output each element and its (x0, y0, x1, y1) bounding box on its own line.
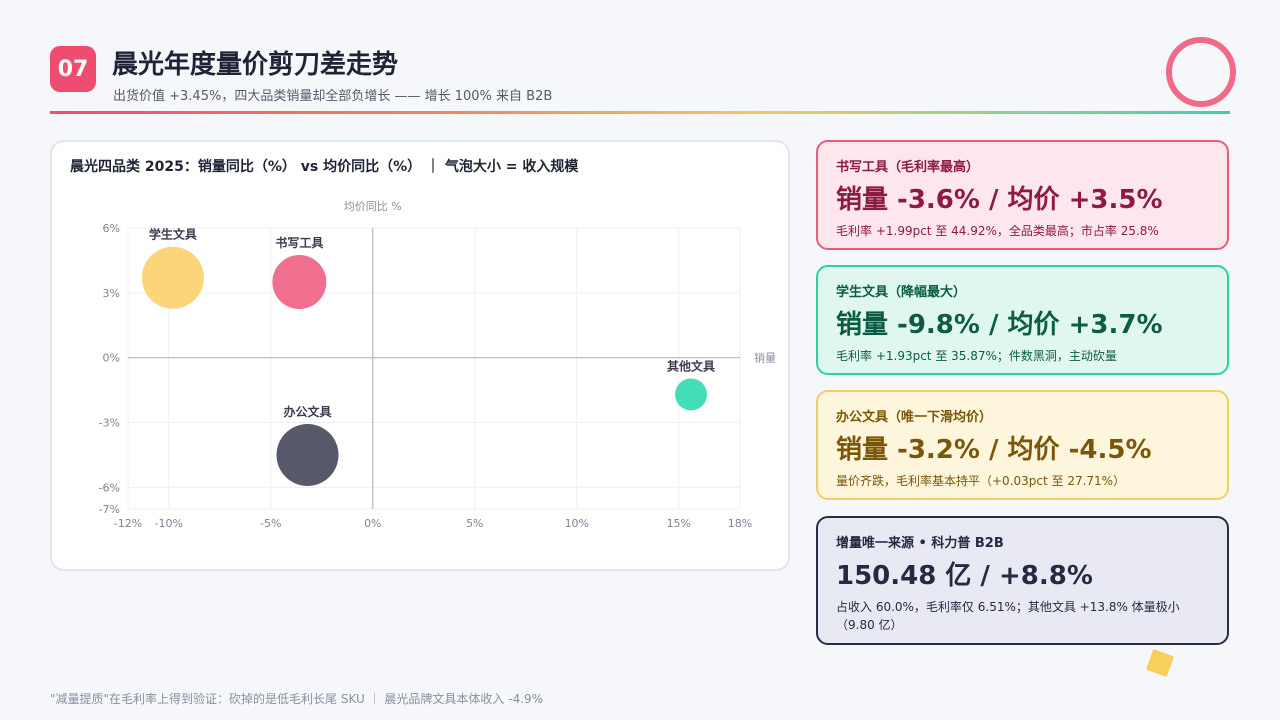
card-writing-tools-desc: 毛利率 +1.99pct 至 44.92%，全品类最高；市占率 25.8% (836, 224, 1159, 238)
x-axis-title: 销量 (754, 351, 776, 365)
decorative-diamond (1145, 648, 1175, 678)
card-writing-tools-value: 销量 -3.6% / 均价 +3.5% (836, 185, 1163, 215)
card-b2b-source-value: 150.48 亿 / +8.8% (836, 561, 1093, 591)
footer-note: "减量提质"在毛利率上得到验证：砍掉的是低毛利长尾 SKU ｜ 晨光品牌文具本体… (50, 692, 544, 706)
card-office-supplies-value: 销量 -3.2% / 均价 -4.5% (836, 435, 1152, 465)
card-b2b-source: 增量唯一来源 • 科力普 B2B 150.48 亿 / +8.8% 占收入 60… (816, 516, 1229, 645)
bubble-0 (141, 246, 204, 309)
card-student-stationery-label: 学生文具（降幅最大） (836, 285, 967, 300)
card-writing-tools: 书写工具（毛利率最高） 销量 -3.6% / 均价 +3.5% 毛利率 +1.9… (816, 140, 1229, 250)
x-tick-label: -12% (114, 517, 142, 530)
x-tick-label: 18% (728, 517, 752, 530)
card-office-supplies: 办公文具（唯一下滑均价） 销量 -3.2% / 均价 -4.5% 量价齐跌，毛利… (816, 390, 1229, 500)
card-b2b-source-label: 增量唯一来源 • 科力普 B2B (836, 536, 1004, 551)
bubble-2 (276, 423, 339, 486)
bubble-label: 学生文具 (149, 227, 197, 242)
header-divider (50, 111, 1230, 114)
chart-card: 晨光四品类 2025：销量同比（%） vs 均价同比（%） ｜ 气泡大小 = 收… (50, 140, 790, 571)
y-axis-title: 均价同比 % (344, 200, 402, 213)
card-office-supplies-desc: 量价齐跌，毛利率基本持平（+0.03pct 至 27.71%） (836, 474, 1126, 488)
y-tick-label: -6% (99, 481, 120, 494)
x-tick-label: 15% (667, 517, 691, 530)
card-student-stationery: 学生文具（降幅最大） 销量 -9.8% / 均价 +3.7% 毛利率 +1.93… (816, 265, 1229, 375)
x-tick-label: 5% (466, 517, 483, 530)
y-tick-label: 0% (103, 352, 120, 365)
page-subtitle: 出货价值 +3.45%，四大品类销量却全部负增长 —— 增长 100% 来自 B… (113, 89, 553, 104)
x-tick-label: 0% (364, 517, 381, 530)
decorative-ring (1166, 37, 1236, 107)
y-tick-label: -7% (99, 503, 120, 516)
x-tick-label: -10% (155, 517, 183, 530)
x-tick-label: -5% (260, 517, 281, 530)
card-student-stationery-desc: 毛利率 +1.93pct 至 35.87%；件数黑洞，主动砍量 (836, 349, 1117, 363)
card-office-supplies-label: 办公文具（唯一下滑均价） (836, 410, 993, 425)
bubble-chart: -12% -10% -5% 0% 5% 10% 15% 18% -7% -6% -3% 0% 3% 6% 均… (99, 200, 776, 530)
x-tick-label: 10% (565, 517, 589, 530)
bubble-label: 书写工具 (275, 235, 323, 250)
y-tick-label: 6% (103, 222, 120, 235)
y-tick-label: 3% (103, 287, 120, 300)
card-writing-tools-label: 书写工具（毛利率最高） (836, 160, 980, 175)
card-b2b-source-desc: 占收入 60.0%，毛利率仅 6.51%；其他文具 +13.8% 体量极小（9.… (836, 600, 1180, 632)
card-student-stationery-value: 销量 -9.8% / 均价 +3.7% (836, 310, 1163, 340)
y-tick-label: -3% (99, 417, 120, 430)
bubble-label: 办公文具 (284, 404, 332, 419)
section-number-badge: 07 (50, 46, 96, 92)
bubble-1 (272, 255, 327, 310)
bubble-3 (675, 378, 708, 411)
page-title: 晨光年度量价剪刀差走势 (112, 50, 399, 80)
bubble-label: 其他文具 (667, 358, 715, 373)
